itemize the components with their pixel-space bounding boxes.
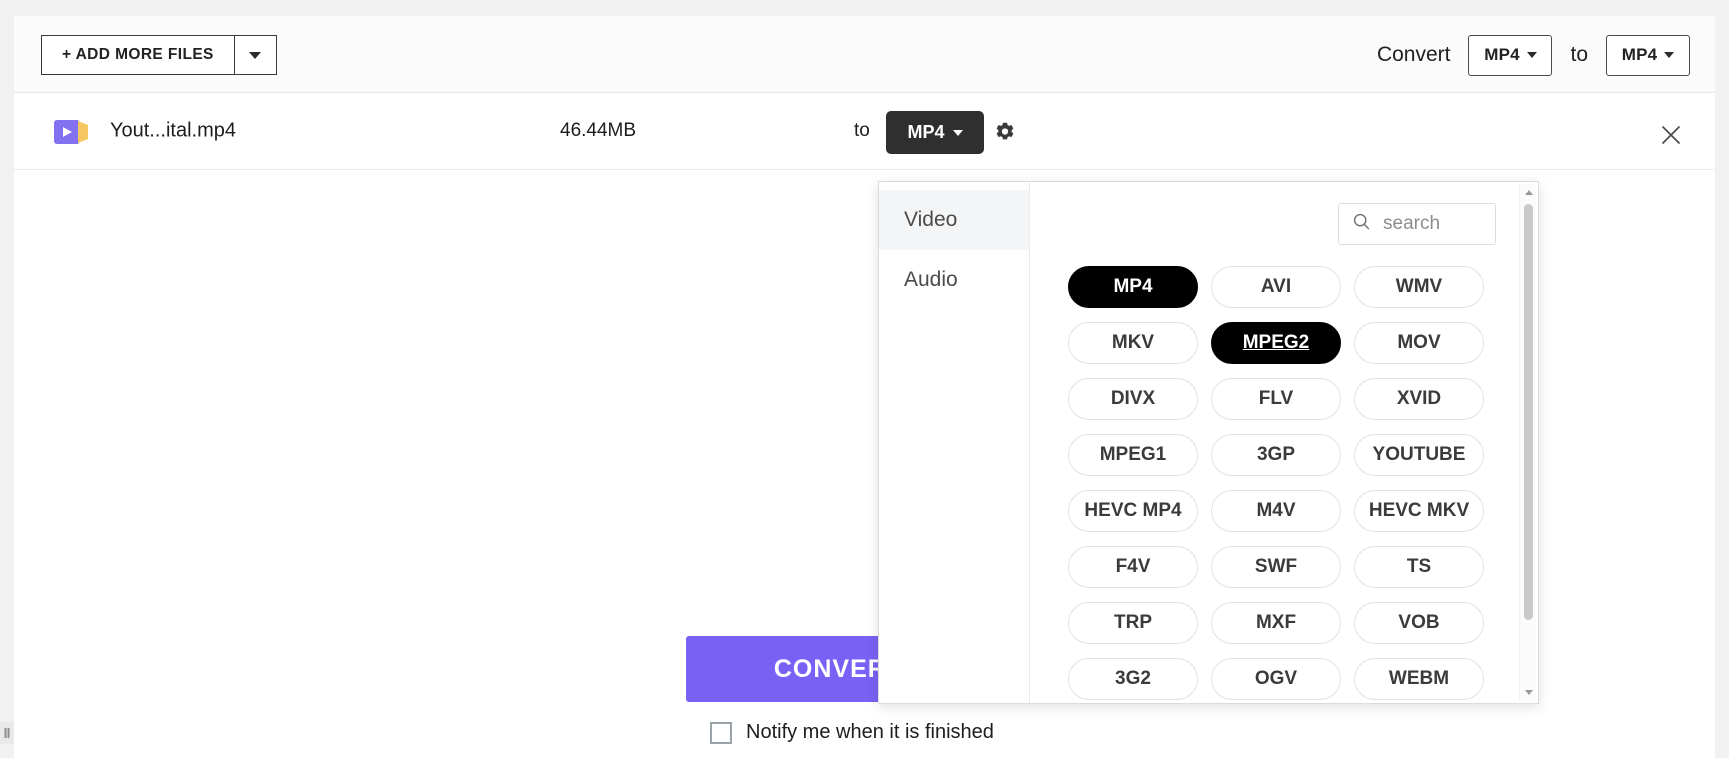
add-more-files-button[interactable]: + ADD MORE FILES (41, 35, 234, 75)
file-to-label: to (854, 120, 870, 141)
file-name: Yout...ital.mp4 (110, 119, 237, 142)
resize-handle[interactable] (0, 722, 14, 744)
format-category-list: Video Audio (879, 182, 1030, 703)
gear-icon[interactable] (992, 120, 1018, 146)
grip-dots-icon (4, 728, 10, 738)
format-chip-mxf[interactable]: MXF (1211, 602, 1341, 644)
format-chip-webm[interactable]: WEBM (1354, 658, 1484, 700)
format-search-wrap (1338, 203, 1496, 245)
format-chip-divx[interactable]: DIVX (1068, 378, 1198, 420)
format-chip-xvid[interactable]: XVID (1354, 378, 1484, 420)
file-target-format-value: MP4 (907, 122, 945, 142)
format-chip-wmv[interactable]: WMV (1354, 266, 1484, 308)
add-more-files-group: + ADD MORE FILES (41, 35, 277, 75)
category-item-video[interactable]: Video (879, 190, 1029, 250)
format-chip-avi[interactable]: AVI (1211, 266, 1341, 308)
category-item-audio[interactable]: Audio (879, 250, 1029, 310)
chevron-down-icon (1526, 52, 1537, 58)
scrollbar-thumb[interactable] (1524, 204, 1533, 620)
format-search-box[interactable] (1338, 203, 1496, 245)
convert-format-controls: Convert MP4 to MP4 (1376, 34, 1690, 76)
format-chip-mov[interactable]: MOV (1354, 322, 1484, 364)
format-chip-f4v[interactable]: F4V (1068, 546, 1198, 588)
format-list-pane: MP4 AVI WMV MKV MPEG2 MOV DIVX FLV XVID MPEG1 3GP Y… (1030, 182, 1538, 703)
format-chip-ogv[interactable]: OGV (1211, 658, 1341, 700)
to-label: to (1570, 43, 1588, 66)
app-root: + ADD MORE FILES Convert MP4 to MP4 Yout… (0, 0, 1729, 758)
chevron-down-icon (952, 129, 963, 136)
format-search-input[interactable] (1381, 212, 1483, 236)
format-chip-grid: MP4 AVI WMV MKV MPEG2 MOV DIVX FLV XVID MPEG1 3GP Y… (1068, 266, 1488, 700)
format-chip-trp[interactable]: TRP (1068, 602, 1198, 644)
format-chip-youtube[interactable]: YOUTUBE (1354, 434, 1484, 476)
notify-checkbox[interactable] (710, 721, 732, 744)
target-format-select[interactable]: MP4 (1606, 34, 1690, 76)
chevron-down-icon (249, 51, 262, 59)
format-list-scrollbar[interactable] (1519, 184, 1536, 701)
format-chip-3g2[interactable]: 3G2 (1068, 658, 1198, 700)
window-top-strip (0, 0, 1729, 16)
close-icon[interactable] (1659, 123, 1683, 147)
search-icon (1351, 211, 1372, 237)
format-chip-3gp[interactable]: 3GP (1211, 434, 1341, 476)
chevron-down-icon[interactable] (1520, 684, 1537, 701)
format-chip-ts[interactable]: TS (1354, 546, 1484, 588)
toolbar-header: + ADD MORE FILES Convert MP4 to MP4 (14, 16, 1715, 93)
format-chip-mp4[interactable]: MP4 (1068, 266, 1198, 308)
format-dropdown-panel: Video Audio MP4 AVI WMV MKV MPEG2 MOV DIVX FLV X… (878, 181, 1539, 704)
chevron-down-icon (1664, 52, 1675, 58)
notify-row: Notify me when it is finished (710, 721, 994, 744)
format-chip-hevc-mkv[interactable]: HEVC MKV (1354, 490, 1484, 532)
format-chip-mpeg1[interactable]: MPEG1 (1068, 434, 1198, 476)
target-format-value: MP4 (1621, 45, 1658, 64)
file-row: Yout...ital.mp4 46.44MB to MP4 (14, 93, 1715, 170)
source-format-value: MP4 (1484, 45, 1520, 64)
file-size: 46.44MB (560, 120, 637, 141)
format-chip-mkv[interactable]: MKV (1068, 322, 1198, 364)
video-file-icon (54, 120, 88, 144)
format-chip-hevc-mp4[interactable]: HEVC MP4 (1068, 490, 1198, 532)
convert-label: Convert (1376, 43, 1451, 66)
format-chip-mpeg2[interactable]: MPEG2 (1211, 322, 1341, 364)
source-format-select[interactable]: MP4 (1468, 34, 1553, 76)
chevron-up-icon[interactable] (1520, 184, 1537, 201)
format-chip-m4v[interactable]: M4V (1211, 490, 1341, 532)
file-target-format-select[interactable]: MP4 (886, 111, 984, 154)
format-chip-swf[interactable]: SWF (1211, 546, 1341, 588)
format-chip-flv[interactable]: FLV (1211, 378, 1341, 420)
add-more-files-dropdown-button[interactable] (233, 35, 277, 75)
format-chip-vob[interactable]: VOB (1354, 602, 1484, 644)
notify-label: Notify me when it is finished (746, 721, 994, 743)
